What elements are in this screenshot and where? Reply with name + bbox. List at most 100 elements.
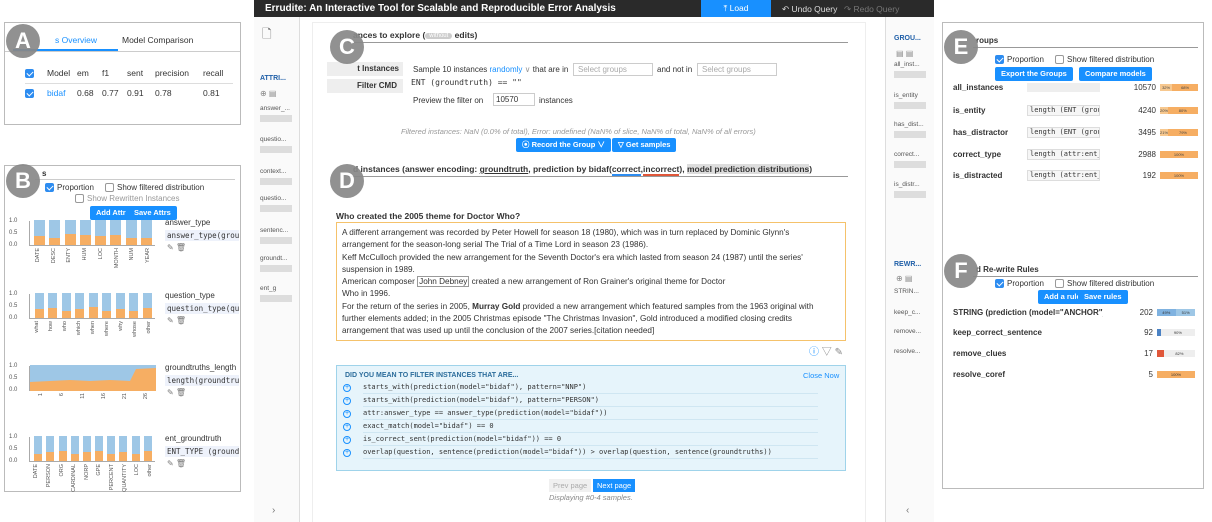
rule-name[interactable]: STRING (prediction (model="ANCHOR")) -> … <box>953 308 1103 317</box>
group-name[interactable]: is_entity <box>953 106 985 115</box>
group-cmd[interactable]: length (attr:ent_g) > <box>1027 170 1100 181</box>
suggestion-item[interactable]: starts_with(prediction(model="bidaf"), p… <box>363 383 586 391</box>
attr-list-item[interactable]: groundt... <box>260 255 287 262</box>
bar-orange[interactable] <box>46 452 55 461</box>
exclude-groups-select[interactable]: Select groups <box>697 63 777 76</box>
bar-orange[interactable] <box>64 233 76 245</box>
attr-code[interactable]: answer_type(groundtruths) <box>165 230 239 241</box>
bar-orange[interactable] <box>61 310 71 318</box>
bar-orange[interactable] <box>115 309 125 318</box>
close-now-button[interactable]: Close Now <box>803 371 839 380</box>
bar-orange[interactable] <box>125 237 137 245</box>
rewritten-toggle[interactable]: Show Rewritten Instances <box>75 194 180 204</box>
preview-count-input[interactable]: 10570 <box>493 93 535 106</box>
rewr-icons[interactable]: ⊕ ▤ <box>896 274 912 283</box>
suggestion-item[interactable]: overlap(question, sentence(prediction(mo… <box>363 448 772 456</box>
rule-list-item[interactable]: resolve... <box>894 348 920 355</box>
bar-orange[interactable] <box>34 309 44 318</box>
group-name[interactable]: correct_type <box>953 150 1001 159</box>
bar-orange[interactable] <box>88 306 98 318</box>
next-page-button[interactable]: Next page <box>593 479 636 492</box>
group-list-item[interactable]: correct... <box>894 151 919 158</box>
rule-name[interactable]: keep_correct_sentence <box>953 328 1103 337</box>
group-cmd[interactable] <box>1027 83 1100 92</box>
group-name[interactable]: is_distracted <box>953 171 1002 180</box>
rule-list-item[interactable]: remove... <box>894 328 921 335</box>
attr-actions[interactable]: ✎ 🗑 <box>167 243 186 252</box>
info-icon[interactable]: ⓘ <box>809 347 819 358</box>
edits-toggle[interactable]: without <box>425 32 453 39</box>
compare-models-button[interactable]: Compare models <box>1079 67 1152 81</box>
filtered-toggle[interactable]: Show filtered distribution <box>1055 55 1154 65</box>
rule-list-item[interactable]: keep_c... <box>894 309 920 316</box>
bar-orange[interactable] <box>95 451 104 461</box>
attr-code[interactable]: ENT_TYPE (groundtruths) <box>165 446 239 457</box>
record-group-button[interactable]: ⦿ Record the Group ∨ <box>516 138 611 152</box>
attr-actions[interactable]: ✎ 🗑 <box>167 459 186 468</box>
group-list-item[interactable]: is_entity <box>894 92 918 99</box>
rule-name[interactable]: resolve_coref <box>953 370 1103 379</box>
groundtruth-span[interactable]: John Debney <box>417 276 470 288</box>
group-cmd[interactable]: length (ENT (groundtruths <box>1027 127 1100 138</box>
attr-actions[interactable]: ✎ 🗑 <box>167 388 186 397</box>
model-dist-toggle[interactable]: model prediction distributions <box>686 164 810 174</box>
proportion-toggle[interactable]: Proportion <box>995 55 1044 65</box>
filter-cmd-input[interactable]: ENT (groundtruth) == "" <box>411 78 851 91</box>
bar-orange[interactable] <box>48 308 57 318</box>
group-cmd[interactable]: length (attr:ent_g) > <box>1027 149 1100 160</box>
bar-orange[interactable] <box>119 452 128 461</box>
attr-code[interactable]: question_type(question) <box>165 303 239 314</box>
bar-orange[interactable] <box>102 310 111 318</box>
prediction-span[interactable]: Murray Gold <box>472 302 520 311</box>
bar-orange[interactable] <box>131 453 140 461</box>
add-suggestion-icon[interactable]: + <box>343 384 351 392</box>
filter-icon[interactable]: ▽ <box>822 347 832 358</box>
bar-orange[interactable] <box>58 451 67 461</box>
attr-list-item[interactable]: context... <box>260 168 286 175</box>
group-icons[interactable]: ▤ ▤ <box>896 49 913 58</box>
proportion-toggle[interactable]: Proportion <box>45 183 94 193</box>
group-list-item[interactable]: is_distr... <box>894 181 920 188</box>
attr-list-item[interactable]: sentenc... <box>260 227 288 234</box>
suggestion-item[interactable]: is_correct_sent(prediction(model="bidaf"… <box>363 435 561 443</box>
group-name[interactable]: has_distractor <box>953 128 1008 137</box>
group-list-item[interactable]: has_dist... <box>894 121 924 128</box>
group-cmd[interactable]: length (ENT (groundtruths <box>1027 105 1100 116</box>
redo-button[interactable]: ↷ Redo Query <box>844 4 899 15</box>
edit-icon[interactable]: ✎ <box>835 347 843 358</box>
bar-orange[interactable] <box>70 453 79 461</box>
bar-orange[interactable] <box>107 453 116 461</box>
bar-orange[interactable] <box>75 309 84 318</box>
suggestion-item[interactable]: starts_with(prediction(model="bidaf"), p… <box>363 396 599 404</box>
get-samples-button[interactable]: ▽ Get samples <box>612 138 677 152</box>
expand-icon[interactable]: › <box>272 505 275 516</box>
collapse-icon[interactable]: ‹ <box>906 505 909 516</box>
tab-overview[interactable]: s Overview <box>55 35 97 45</box>
document-icon[interactable]: 🗋 <box>262 25 272 46</box>
suggestion-item[interactable]: attr:answer_type == answer_type(predicti… <box>363 409 607 417</box>
bar-orange[interactable] <box>79 235 91 245</box>
bar-orange[interactable] <box>142 308 152 318</box>
bar-orange[interactable] <box>34 236 46 245</box>
group-list-item[interactable]: all_inst... <box>894 61 920 68</box>
suggestion-item[interactable]: exact_match(model="bidaf") == 0 <box>363 422 494 430</box>
bar-orange[interactable] <box>129 310 138 318</box>
group-name[interactable]: all_instances <box>953 83 1003 92</box>
bar-orange[interactable] <box>34 453 43 461</box>
proportion-toggle[interactable]: Proportion <box>995 279 1044 289</box>
bar-orange[interactable] <box>49 237 61 245</box>
bar-orange[interactable] <box>140 237 152 245</box>
attr-actions[interactable]: ✎ 🗑 <box>167 316 186 325</box>
add-icon[interactable]: ⊕ ▤ <box>260 89 276 98</box>
bar-orange[interactable] <box>95 236 107 245</box>
filtered-toggle[interactable]: Show filtered distribution <box>1055 279 1154 289</box>
model-link[interactable]: bidaf <box>47 83 77 103</box>
bar-orange[interactable] <box>110 235 122 245</box>
rule-list-item[interactable]: STRIN... <box>894 288 919 295</box>
load-button[interactable]: ⤒ Load <box>701 0 771 17</box>
table-row[interactable]: bidaf 0.68 0.77 0.91 0.78 0.81 <box>25 83 233 103</box>
attr-list-item[interactable]: questio... <box>260 136 286 143</box>
save-rules-button[interactable]: Save rules <box>1078 290 1128 304</box>
filtered-toggle[interactable]: Show filtered distribution <box>105 183 204 193</box>
add-suggestion-icon[interactable]: + <box>343 436 351 444</box>
